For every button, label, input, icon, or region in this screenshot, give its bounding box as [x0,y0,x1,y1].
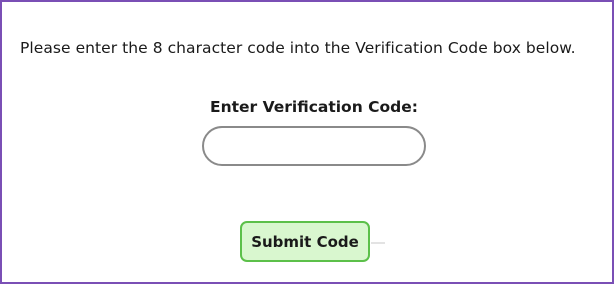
verification-code-label: Enter Verification Code: [210,98,418,116]
verification-code-input[interactable] [202,126,426,166]
instructions-text: Please enter the 8 character code into t… [20,39,576,57]
button-divider [371,242,385,244]
verification-panel: Please enter the 8 character code into t… [0,0,614,284]
submit-code-button[interactable]: Submit Code [240,221,370,262]
